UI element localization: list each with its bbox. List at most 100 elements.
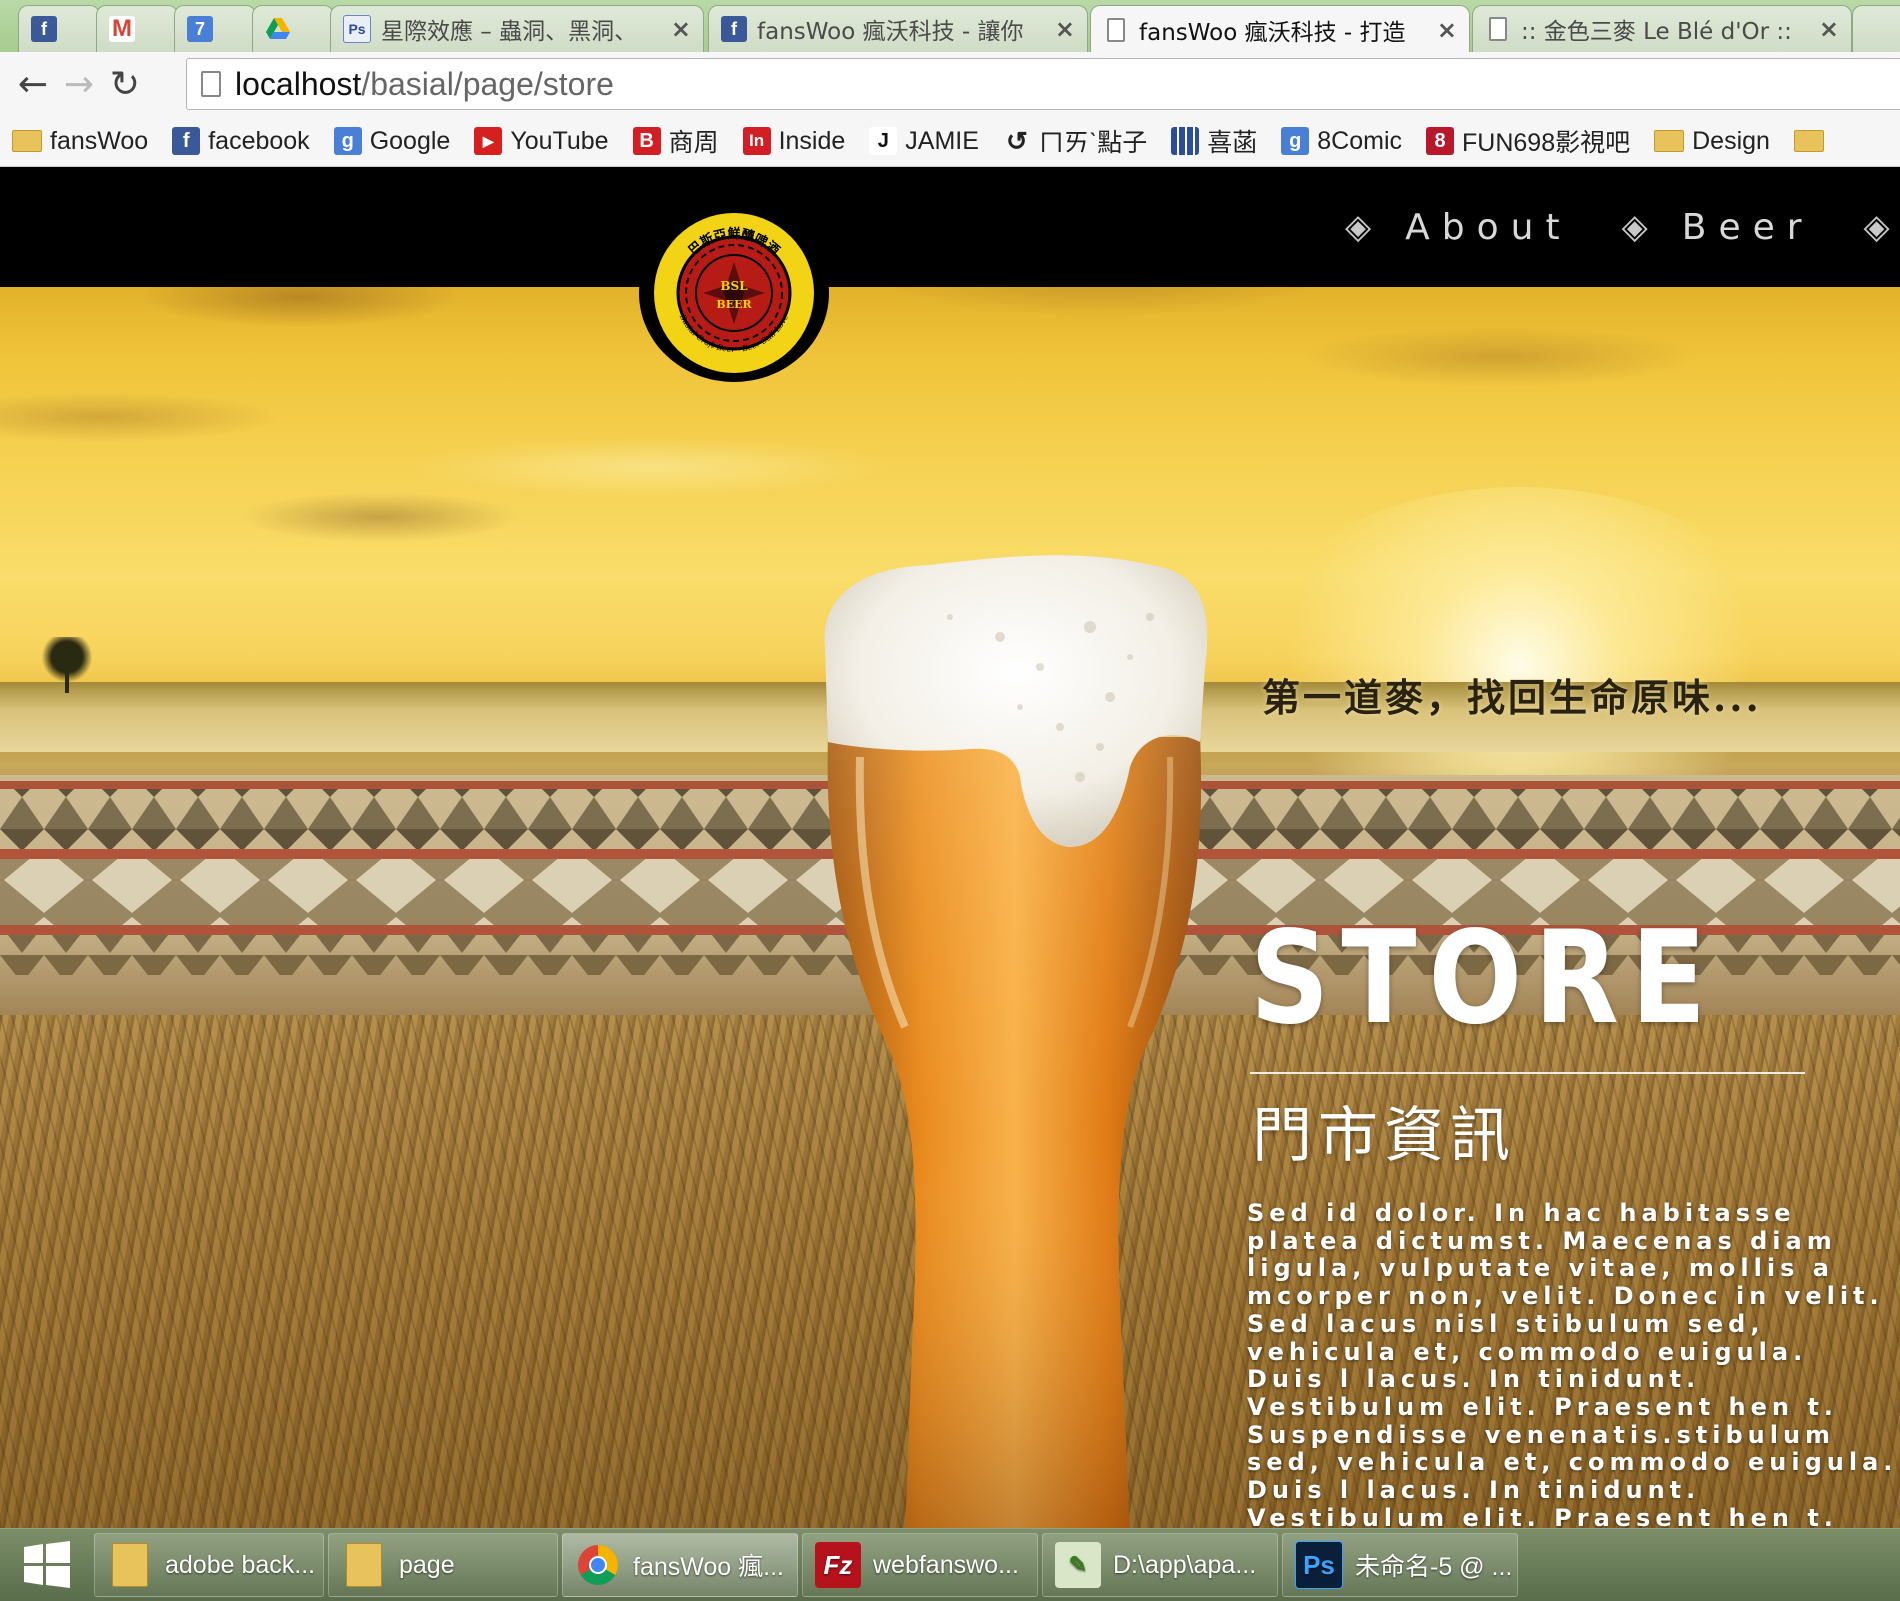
google-icon: g [333,127,362,155]
taskbar-label: D:\app\apa... [1113,1550,1257,1579]
bookmark-google[interactable]: g Google [333,126,451,156]
tab-title: fansWoo 瘋沃科技 - 讓你 [757,19,1024,45]
nav-diamond-icon: ◈ [1863,207,1890,247]
store-description: Sed id dolor. In hac habitasse platea di… [1247,1199,1898,1528]
nav-diamond-icon: ◈ [1345,207,1372,247]
hero-slogan: 第一道麥，找回生命原味... [1262,675,1762,720]
grid-icon [1171,127,1200,155]
bookmark-facebook[interactable]: f facebook [172,126,310,156]
bookmarks-bar: fansWoo f facebook g Google ▶ YouTube B 商周 I… [0,116,1900,167]
tab-pinned-facebook[interactable]: f [18,5,100,52]
bookmark-fun698[interactable]: 8 FUN698影視吧 [1426,123,1630,159]
close-tab-icon[interactable]: × [1055,15,1075,43]
bookmark-label: fansWoo [50,126,149,155]
site-header: ◈ About ◈ Beer ◈ [0,167,1900,287]
url-path: /basial/page/store [361,65,614,102]
inside-icon: In [742,127,771,155]
tab-pinned-drive[interactable] [252,5,334,52]
bookmark-xihan[interactable]: 喜菡 [1171,123,1257,159]
taskbar-label: fansWoo 瘋... [633,1553,784,1581]
taskbar-item-page[interactable]: page [328,1533,558,1597]
bookmark-label: Google [369,126,451,155]
tab-title: 星際效應 – 蟲洞、黑洞、 [381,19,638,45]
tab-pinned-calendar[interactable]: 7 [174,5,256,52]
bookmark-maidianzi[interactable]: ↺ ㄇㄞˋ點子 [1003,123,1147,159]
notepad-icon: ✎ [1055,1542,1101,1588]
jamie-icon: J [869,127,898,155]
folder-icon [1654,130,1685,152]
chrome-icon [575,1542,621,1588]
bookmark-fanswoo[interactable]: fansWoo [12,127,148,156]
nav-diamond-icon: ◈ [1621,207,1648,247]
calendar-icon: 7 [187,16,213,42]
page-title: STORE [1250,904,1719,1053]
back-button[interactable]: ← [10,64,56,105]
tab-fanswoo-facebook[interactable]: f fansWoo 瘋沃科技 - 讓你 × [708,5,1088,52]
windows-logo-icon [24,1541,70,1588]
tab-le-ble-dor[interactable]: :: 金色三麥 Le Blé d'Or :: × [1472,5,1852,52]
start-button[interactable] [0,1529,94,1601]
beer-glass-image [824,555,1208,1528]
bookmark-label: YouTube [510,126,609,155]
gmail-icon: M [109,15,135,42]
taskbar-item-filezilla[interactable]: Fz webfanswo... [802,1533,1038,1597]
nav-beer[interactable]: Beer [1682,207,1814,248]
tab-pinned-gmail[interactable]: M [96,5,178,52]
bookmark-inside[interactable]: In Inside [742,126,846,156]
bookmark-label: FUN698影視吧 [1462,129,1631,157]
calendar-day: 7 [194,18,205,39]
bookmark-folder-more[interactable] [1793,130,1824,152]
windows-taskbar: adobe back... page fansWoo 瘋... Fz webfa… [0,1528,1900,1601]
nav-about[interactable]: About [1405,207,1571,248]
page-icon [201,71,221,97]
forward-button[interactable]: → [56,64,102,105]
bookmark-jamie[interactable]: J JAMIE [869,127,979,156]
bookmark-label: facebook [208,126,310,155]
new-tab-button[interactable] [1852,5,1900,52]
browser-toolbar: ← → ↻ localhost /basial/page/store [0,52,1900,116]
close-tab-icon[interactable]: × [1819,15,1839,43]
tab-title: :: 金色三麥 Le Blé d'Or :: [1521,19,1792,45]
facebook-icon: f [721,16,747,42]
folder-icon [12,130,42,152]
close-tab-icon[interactable]: × [1437,16,1457,44]
businessweekly-icon: B [632,127,661,155]
bookmark-design[interactable]: Design [1654,127,1770,156]
bookmark-businessweekly[interactable]: B 商周 [632,123,719,159]
brand-logo[interactable]: 巴斯亞鮮釀啤酒 Basial Craft Beer · Beer Still L… [639,204,829,382]
tab-strip: f M 7 Ps 星際效應 – 蟲洞、黑洞、 × f fansWoo 瘋沃科技 … [0,0,1900,52]
bookmark-label: 商周 [668,129,719,157]
web-page: ◈ About ◈ Beer ◈ 巴斯亞鮮釀啤酒 Basial Craft Be… [0,167,1900,1528]
taskbar-item-photoshop[interactable]: Ps 未命名-5 @ ... [1282,1533,1518,1597]
logo-emblem-icon: 巴斯亞鮮釀啤酒 Basial Craft Beer · Beer Still L… [648,207,820,379]
tab-interstellar[interactable]: Ps 星際效應 – 蟲洞、黑洞、 × [330,5,704,52]
photoshop-page-icon: Ps [343,15,371,43]
taskbar-item-notepad[interactable]: ✎ D:\app\apa... [1042,1533,1278,1597]
taskbar-item-chrome[interactable]: fansWoo 瘋... [562,1533,798,1597]
page-icon [1103,17,1129,43]
logo-center-text-1: BSL [720,279,748,293]
bookmark-label: JAMIE [905,126,979,155]
bookmark-label: Inside [778,126,846,155]
bookmark-youtube[interactable]: ▶ YouTube [474,126,609,156]
reload-button[interactable]: ↻ [102,64,148,105]
google-drive-icon [265,16,291,42]
facebook-icon: f [172,127,201,155]
taskbar-label: 未命名-5 @ ... [1355,1553,1513,1581]
google-icon: g [1281,127,1310,155]
folder-icon [341,1542,387,1588]
url-host: localhost [235,65,362,102]
swirl-icon: ↺ [1006,125,1028,156]
fun698-icon: 8 [1426,127,1455,155]
address-bar[interactable]: localhost /basial/page/store [186,58,1900,110]
close-tab-icon[interactable]: × [671,15,691,43]
taskbar-item-adobe-backup[interactable]: adobe back... [94,1533,324,1597]
folder-icon [107,1542,153,1588]
taskbar-label: webfanswo... [873,1550,1019,1579]
bookmark-8comic[interactable]: g 8Comic [1281,127,1402,156]
bookmark-label: 喜菡 [1207,129,1258,157]
page-subtitle: 門市資訊 [1252,1101,1516,1171]
photoshop-icon: Ps [1295,1541,1343,1589]
bookmark-label: 8Comic [1317,126,1403,155]
tab-fanswoo-active[interactable]: fansWoo 瘋沃科技 - 打造 × [1090,5,1470,52]
